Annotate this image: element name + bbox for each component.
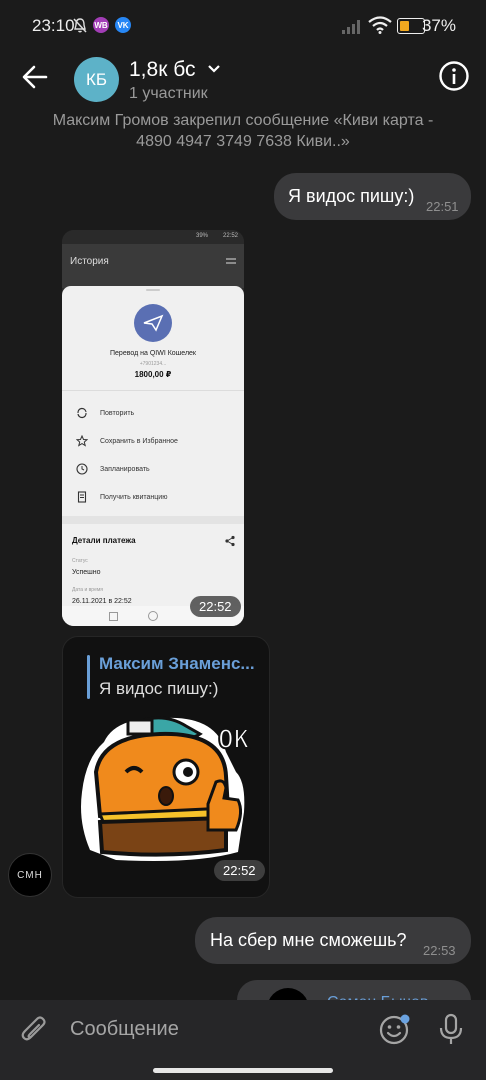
bell-muted-icon <box>73 18 87 33</box>
message-text: Я видос пишу:) <box>288 186 415 206</box>
pinned-action: закрепил сообщение <box>168 112 334 129</box>
chat-header <box>0 52 486 104</box>
message-time: 22:53 <box>423 943 456 958</box>
action-schedule: Запланировать <box>100 466 150 473</box>
microphone-icon[interactable] <box>438 1012 464 1046</box>
info-icon[interactable] <box>438 60 470 92</box>
screenshot-status-battery: 39% <box>195 233 208 239</box>
date-label: Дата и время <box>72 587 104 593</box>
action-receipt: Получить квитанцию <box>100 494 168 501</box>
message-bubble-outgoing[interactable]: Я видос пишу:) 22:51 <box>274 173 471 220</box>
recipient-phone: +7901234... <box>139 361 167 367</box>
action-repeat: Повторить <box>100 410 135 417</box>
image-message[interactable]: 22:52 39% История Перевод на QIWI Кошеле… <box>62 230 244 626</box>
payment-amount: 1800,00 ₽ <box>134 370 172 379</box>
status-bar: 23:10 WB VK 37% <box>0 0 486 52</box>
pinned-message-notice[interactable]: Максим Громов закрепил сообщение «Киви к… <box>40 110 446 152</box>
chevron-down-icon <box>208 65 221 73</box>
signal-icon <box>342 20 360 34</box>
sticker-time: 22:52 <box>214 860 265 881</box>
pinned-author: Максим Громов <box>52 112 169 129</box>
screenshot-title: История <box>70 256 109 267</box>
message-bubble-outgoing[interactable]: На сбер мне сможешь? 22:53 <box>195 917 471 964</box>
wb-icon: WB <box>93 17 109 33</box>
reply-text: Я видос пишу:) <box>99 679 219 698</box>
home-indicator[interactable] <box>153 1068 333 1073</box>
star-icon <box>76 435 88 447</box>
attach-icon[interactable] <box>20 1014 50 1046</box>
vk-icon: VK <box>115 17 131 33</box>
receipt-icon <box>77 491 87 503</box>
message-input[interactable]: Сообщение <box>70 1018 179 1041</box>
status-time: 23:10 <box>32 16 75 35</box>
screenshot-status-bar: 22:52 39% <box>62 230 244 244</box>
message-time: 22:51 <box>426 199 459 214</box>
orange-burger-sticker: OK <box>81 716 251 861</box>
chat-title[interactable]: 1,8к бс <box>129 58 221 82</box>
battery-percent: 37% <box>421 16 456 35</box>
chat-avatar[interactable]: КБ <box>74 57 119 102</box>
recipient-name: Перевод на QIWI Кошелек <box>110 350 196 357</box>
screenshot-header: История <box>62 244 244 288</box>
reply-author[interactable]: Максим Знаменс... <box>99 654 255 674</box>
share-icon <box>225 535 235 547</box>
message-text: На сбер мне сможешь? <box>210 930 407 950</box>
wifi-icon <box>368 16 392 34</box>
filter-icon <box>226 258 236 264</box>
chat-subtitle: 1 участник <box>129 85 208 102</box>
clock-icon <box>76 463 88 475</box>
payment-sheet: Перевод на QIWI Кошелек +7901234... 1800… <box>62 286 244 626</box>
details-title: Детали платежа <box>72 536 136 545</box>
sender-avatar[interactable]: СМН <box>8 853 52 897</box>
chat-title-text: 1,8к бс <box>129 58 196 81</box>
status-value: Успешно <box>72 569 101 576</box>
status-label: Статус <box>72 558 88 564</box>
sticker-ok-text: OK <box>218 725 250 755</box>
emoji-icon[interactable] <box>378 1012 412 1046</box>
image-time: 22:52 <box>190 596 241 617</box>
reply-accent-bar <box>87 655 90 699</box>
action-save-favorite: Сохранить в Избранное <box>100 438 178 445</box>
screenshot-status-time: 22:52 <box>222 233 238 239</box>
battery-icon <box>397 18 425 34</box>
date-value: 26.11.2021 в 22:52 <box>72 598 132 605</box>
qiwi-logo-icon <box>134 304 172 342</box>
back-arrow-icon[interactable] <box>22 65 48 89</box>
repeat-icon <box>77 407 87 419</box>
